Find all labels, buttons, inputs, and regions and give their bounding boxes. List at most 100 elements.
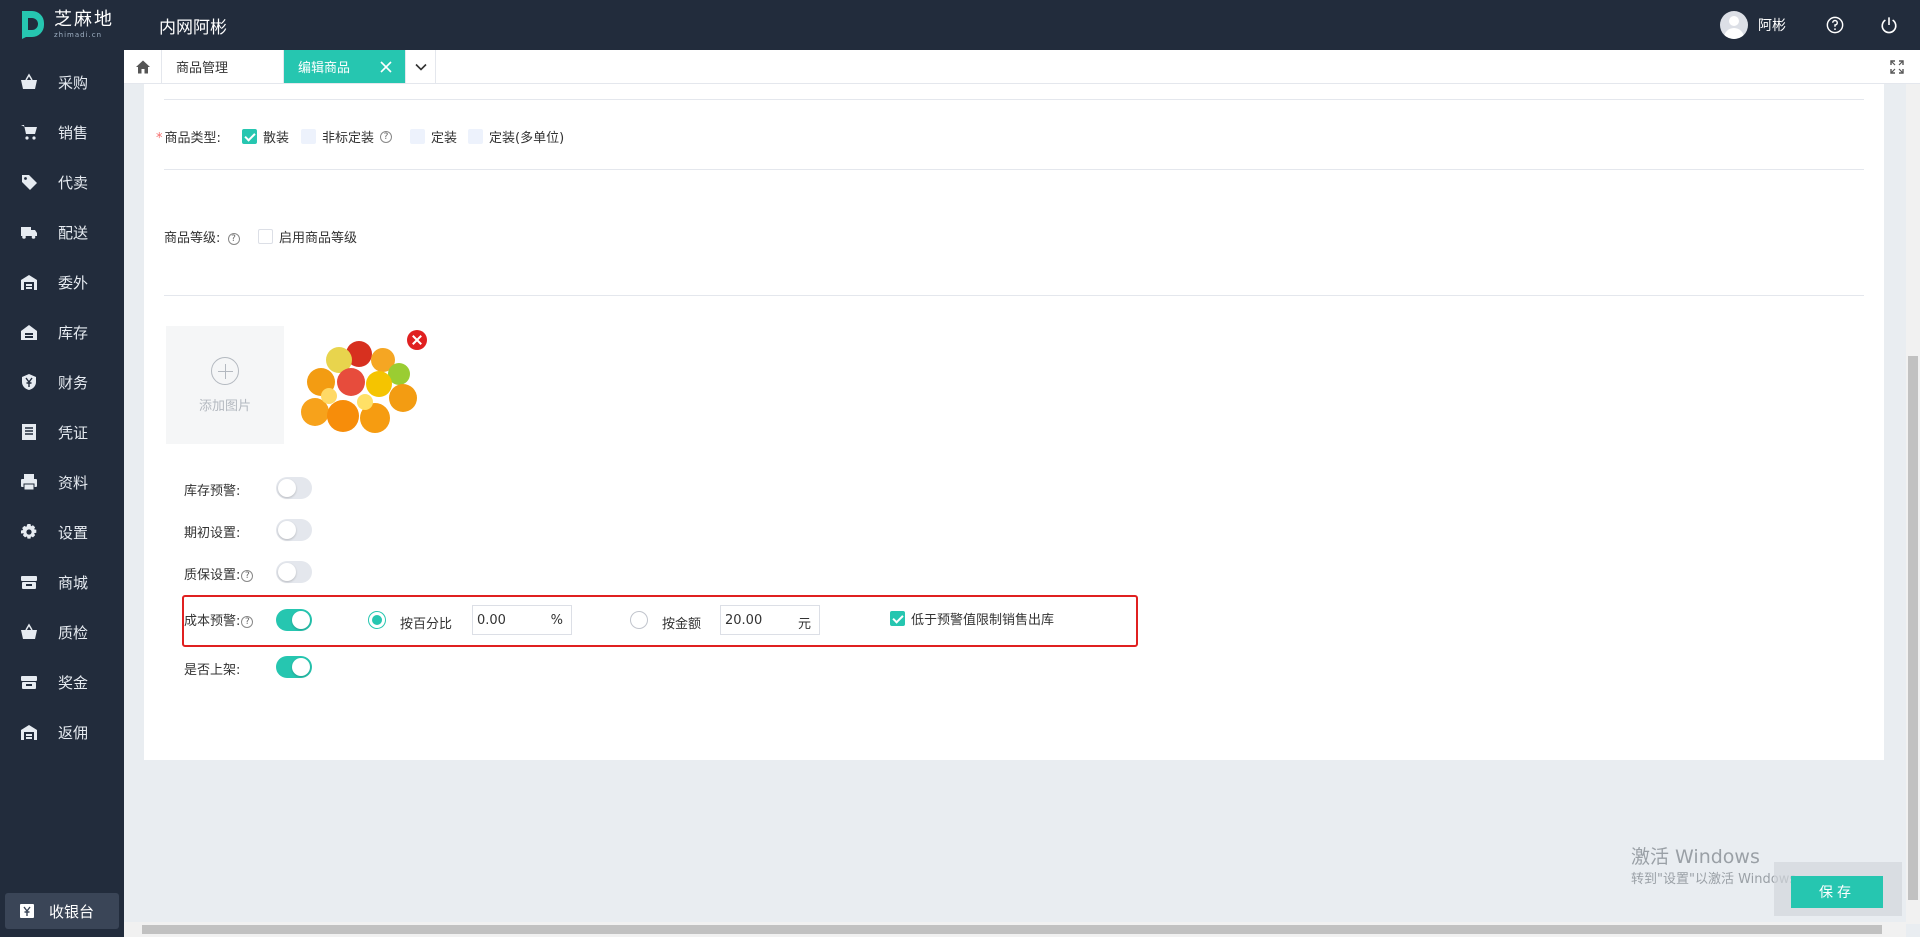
help-icon[interactable]	[1826, 16, 1844, 34]
warranty-switch[interactable]	[276, 561, 312, 583]
cashier-label: 收银台	[49, 902, 95, 921]
warranty-label: 质保设置:?	[184, 564, 254, 583]
product-type-label: * 商品类型:	[156, 127, 221, 146]
checkbox[interactable]	[468, 129, 483, 144]
tab-edit-product[interactable]: 编辑商品	[284, 50, 406, 83]
product-form-card: * 商品类型: 散装 非标定装 ? 定装 定装(多单位) 商品等级: ? 启用商品…	[144, 84, 1884, 760]
product-type-fixed[interactable]: 定装	[410, 127, 457, 146]
app-logo[interactable]: 芝麻地 zhimadi.cn	[0, 0, 124, 50]
sidebar-nav: 采购 销售 代卖 配送 委外 库存 财务 凭证 资料 设置 商城 质检 奖金 返…	[0, 50, 124, 757]
sidebar-item-label: 设置	[58, 523, 89, 542]
chevron-down-icon	[414, 63, 427, 71]
scrollbar-thumb[interactable]	[142, 925, 1882, 934]
sidebar-item-label: 凭证	[58, 423, 89, 442]
vertical-scrollbar[interactable]	[1906, 84, 1920, 924]
help-icon[interactable]: ?	[380, 130, 393, 143]
truck-icon	[21, 227, 37, 239]
sidebar-item-label: 质检	[58, 623, 89, 642]
checkbox[interactable]	[301, 129, 316, 144]
sidebar-item-data[interactable]: 资料	[0, 457, 124, 507]
divider	[164, 295, 1864, 296]
highlight-box	[182, 595, 1138, 647]
warehouse-icon	[21, 275, 37, 290]
sidebar-item-settings[interactable]: 设置	[0, 507, 124, 557]
add-image-label: 添加图片	[198, 398, 251, 414]
tab-home[interactable]	[124, 50, 162, 83]
add-image-button[interactable]: 添加图片	[166, 326, 284, 444]
sidebar-item-rebate[interactable]: 返佣	[0, 707, 124, 757]
product-type-bulk[interactable]: 散装	[242, 127, 289, 146]
help-icon[interactable]: ?	[227, 232, 240, 245]
initial-setting-switch[interactable]	[276, 519, 312, 541]
sidebar-item-finance[interactable]: 财务	[0, 357, 124, 407]
warehouse-icon	[21, 725, 37, 740]
product-type-nonstandard[interactable]: 非标定装 ?	[301, 127, 393, 146]
sidebar-item-purchase[interactable]: 采购	[0, 57, 124, 107]
printer-icon	[21, 474, 37, 491]
sidebar-item-sales[interactable]: 销售	[0, 107, 124, 157]
register-icon	[20, 904, 34, 918]
yuan-shield-icon	[22, 374, 36, 390]
basket-icon	[21, 623, 37, 639]
fullscreen-icon[interactable]	[1890, 60, 1904, 74]
sidebar-item-consignment[interactable]: 代卖	[0, 157, 124, 207]
windows-activation-watermark: 激活 Windows	[1631, 846, 1760, 868]
warranty-label-text: 质保设置:	[184, 568, 241, 583]
scrollbar-thumb[interactable]	[1908, 356, 1918, 900]
product-image[interactable]	[299, 332, 423, 442]
tab-label: 商品管理	[176, 61, 229, 76]
help-icon[interactable]: ?	[241, 569, 254, 582]
required-mark: *	[156, 131, 163, 146]
sidebar-item-label: 商城	[58, 573, 89, 592]
power-icon[interactable]	[1880, 16, 1898, 34]
sidebar-item-delivery[interactable]: 配送	[0, 207, 124, 257]
checkbox-checked[interactable]	[242, 129, 257, 144]
store-icon	[21, 576, 37, 589]
save-button[interactable]: 保存	[1791, 876, 1883, 908]
enable-grade-checkbox[interactable]: 启用商品等级	[258, 227, 357, 246]
tab-bar: 商品管理 编辑商品	[124, 50, 1920, 84]
grade-label: 商品等级: ?	[164, 227, 240, 246]
checkbox[interactable]	[410, 129, 425, 144]
sidebar-item-label: 奖金	[58, 673, 89, 692]
horizontal-scrollbar[interactable]	[124, 922, 1906, 937]
tab-label: 编辑商品	[298, 61, 351, 76]
logo-text: 芝麻地	[54, 9, 114, 30]
checkbox[interactable]	[258, 229, 273, 244]
sidebar-item-label: 代卖	[58, 173, 89, 192]
gear-icon	[21, 524, 37, 539]
save-bar: 保存	[1774, 862, 1902, 916]
sidebar-item-label: 库存	[58, 323, 89, 342]
sidebar-item-outsource[interactable]: 委外	[0, 257, 124, 307]
basket-icon	[21, 73, 37, 89]
tab-dropdown[interactable]	[406, 50, 436, 83]
sidebar: 采购 销售 代卖 配送 委外 库存 财务 凭证 资料 设置 商城 质检 奖金 返…	[0, 50, 124, 937]
divider	[164, 99, 1864, 100]
option-label: 定装	[431, 131, 458, 146]
plus-icon	[211, 356, 239, 385]
product-type-fixed-multi[interactable]: 定装(多单位)	[468, 127, 564, 146]
sidebar-item-label: 财务	[58, 373, 89, 392]
delete-image-icon[interactable]	[407, 330, 427, 350]
sidebar-item-mall[interactable]: 商城	[0, 557, 124, 607]
stock-warning-switch[interactable]	[276, 477, 312, 499]
sidebar-item-bonus[interactable]: 奖金	[0, 657, 124, 707]
on-shelf-switch[interactable]	[276, 656, 312, 678]
home-icon	[135, 60, 150, 73]
tab-product-management[interactable]: 商品管理	[162, 50, 284, 83]
sidebar-item-label: 返佣	[58, 723, 89, 742]
sidebar-item-label: 委外	[58, 273, 89, 292]
top-header: 芝麻地 zhimadi.cn 内网阿彬 阿彬	[0, 0, 1920, 50]
cart-icon	[21, 125, 37, 140]
sidebar-item-qc[interactable]: 质检	[0, 607, 124, 657]
initial-setting-label: 期初设置:	[184, 526, 241, 541]
user-avatar[interactable]	[1720, 11, 1748, 39]
tag-icon	[22, 175, 37, 190]
divider	[164, 169, 1864, 170]
sidebar-item-inventory[interactable]: 库存	[0, 307, 124, 357]
header-right: 阿彬	[1720, 0, 1920, 50]
cashier-button[interactable]: 收银台	[5, 893, 119, 929]
sidebar-item-voucher[interactable]: 凭证	[0, 407, 124, 457]
username[interactable]: 阿彬	[1758, 15, 1786, 35]
close-icon[interactable]	[379, 60, 393, 74]
